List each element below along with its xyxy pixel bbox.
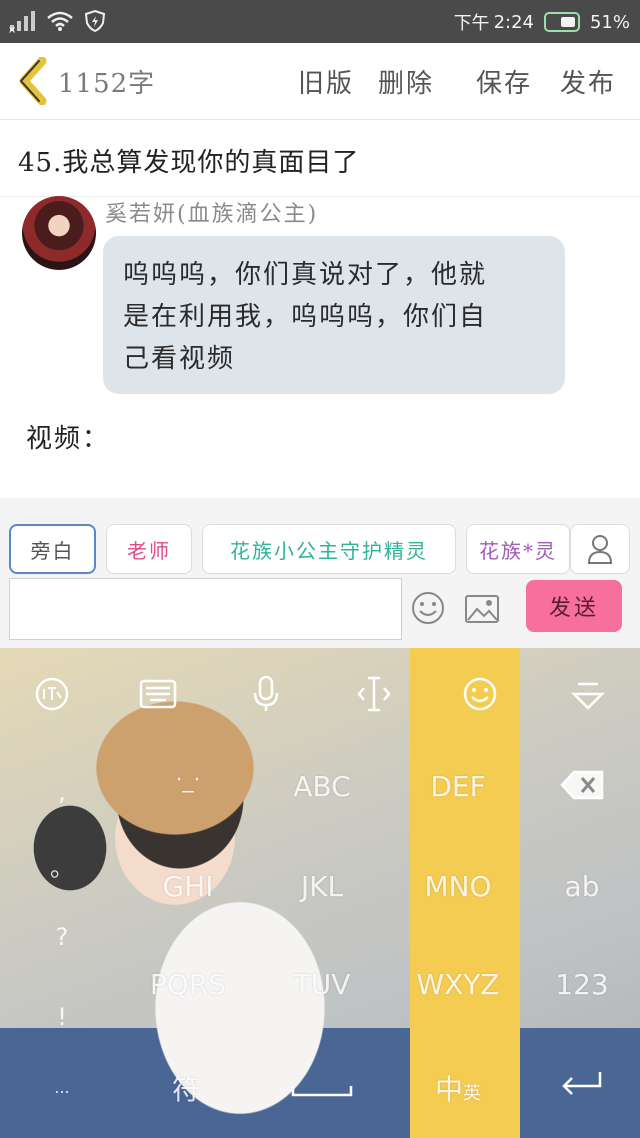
cursor-move-icon[interactable]: [354, 674, 394, 714]
key-ab[interactable]: ab: [522, 870, 640, 903]
status-right: 下午 2:24 51%: [454, 9, 630, 35]
clock: 2:24: [493, 11, 534, 33]
divider: [0, 196, 640, 197]
person-icon: [587, 535, 613, 564]
key-def[interactable]: DEF: [398, 770, 518, 803]
battery-percent: 51%: [589, 11, 630, 33]
keyboard-icon[interactable]: [138, 674, 178, 714]
key-jkl[interactable]: JKL: [262, 870, 382, 903]
hide-keyboard-icon[interactable]: [568, 674, 608, 714]
punct-question-key[interactable]: ?: [44, 923, 80, 951]
lang-main: 中: [434, 1073, 463, 1106]
punct-comma-key[interactable]: ,: [44, 778, 80, 806]
editor-header: 1152字 旧版 删除 保存 发布: [0, 43, 640, 120]
space-key[interactable]: [262, 1068, 382, 1105]
punct-exclaim-key[interactable]: !: [44, 1003, 80, 1031]
old-version-button[interactable]: 旧版: [298, 63, 354, 100]
ime-logo-icon[interactable]: [32, 674, 72, 714]
key-wxyz[interactable]: WXYZ: [398, 968, 518, 1001]
smiley-icon[interactable]: [460, 674, 500, 714]
role-teacher[interactable]: 老师: [106, 524, 192, 574]
backspace-key[interactable]: [522, 770, 640, 807]
ime-keyboard: , 。 ? ! ... ·_· ABC DEF GHI JKL MNO ab P…: [0, 648, 640, 1138]
key-mno[interactable]: MNO: [398, 870, 518, 903]
speaker-name: 奚若妍(血族滴公主): [105, 202, 319, 227]
enter-icon: [562, 1072, 602, 1095]
role-narrator[interactable]: 旁白: [9, 524, 96, 574]
key-pqrs[interactable]: PQRS: [128, 968, 248, 1001]
enter-key[interactable]: [522, 1068, 640, 1105]
key-lang-switch[interactable]: 中英: [398, 1068, 518, 1108]
back-chevron-icon[interactable]: [14, 57, 54, 105]
space-icon: [291, 1086, 353, 1097]
image-icon[interactable]: [464, 594, 500, 624]
punct-ellipsis-key[interactable]: ...: [44, 1078, 80, 1097]
time-prefix: 下午: [453, 13, 490, 34]
message-line: 呜呜呜，你们真说对了，他就: [123, 260, 488, 290]
message-input[interactable]: [9, 578, 402, 640]
shield-icon: [84, 9, 106, 33]
key-ghi[interactable]: GHI: [128, 870, 248, 903]
status-bar: × 下午 2:24 51%: [0, 0, 640, 43]
message-line: 己看视频: [123, 344, 236, 374]
key-tuv[interactable]: TUV: [262, 968, 382, 1001]
backspace-icon: [560, 770, 604, 800]
role-guardian[interactable]: 花族小公主守护精灵: [202, 524, 456, 574]
message-bubble[interactable]: 呜呜呜，你们真说对了，他就 是在利用我，呜呜呜，你们自 己看视频: [103, 236, 565, 394]
signal-icon: ×: [8, 11, 35, 33]
message-line: 是在利用我，呜呜呜，你们自: [123, 302, 488, 332]
punct-period-key[interactable]: 。: [44, 848, 80, 883]
key-123[interactable]: 123: [522, 968, 640, 1001]
role-flower-spirit[interactable]: 花族*灵: [466, 524, 570, 574]
publish-button[interactable]: 发布: [560, 63, 616, 100]
wifi-icon: [47, 11, 73, 31]
key-abc[interactable]: ABC: [262, 770, 382, 803]
word-count: 1152字: [58, 69, 156, 99]
chapter-title[interactable]: 45.我总算发现你的真面目了: [18, 142, 359, 179]
avatar[interactable]: [22, 196, 96, 270]
delete-button[interactable]: 删除: [378, 63, 434, 100]
battery-icon: [543, 12, 580, 32]
character-manage-button[interactable]: [570, 524, 630, 574]
send-button[interactable]: 发送: [526, 580, 622, 632]
emoji-icon[interactable]: [410, 590, 446, 626]
save-button[interactable]: 保存: [476, 63, 532, 100]
lang-sub: 英: [463, 1083, 481, 1104]
key-1[interactable]: ·_·: [128, 768, 248, 793]
status-left: ×: [8, 9, 106, 33]
no-sim-mark: ×: [8, 25, 16, 33]
screen: × 下午 2:24 51% 1152字 旧版 删除 保存 发布 45.我总算发现…: [0, 0, 640, 1138]
microphone-icon[interactable]: [246, 674, 286, 714]
key-symbol[interactable]: 符: [126, 1068, 246, 1108]
narration-text[interactable]: 视频：: [26, 418, 110, 455]
role-bar: 旁白 老师 花族小公主守护精灵 花族*灵 发送: [0, 498, 640, 648]
